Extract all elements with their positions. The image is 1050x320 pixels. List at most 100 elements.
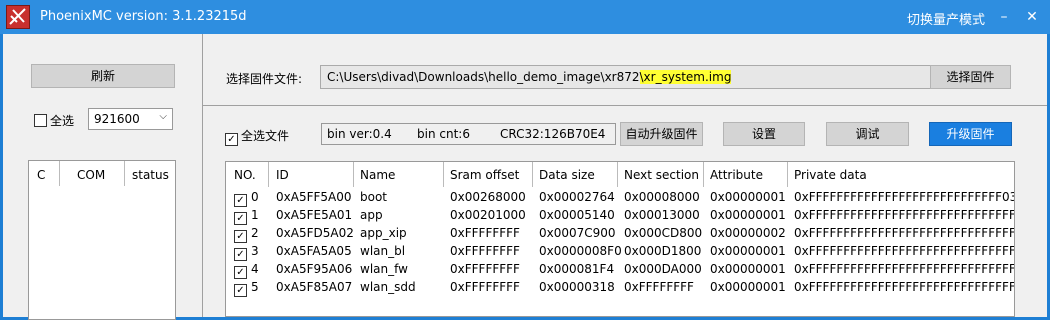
col-name: Name bbox=[360, 168, 396, 182]
table-row[interactable]: ✓ 0 0xA5FF5A00 boot 0x00268000 0x00002764… bbox=[226, 188, 1014, 207]
row-next: 0x00013000 bbox=[624, 208, 700, 222]
table-row[interactable]: ✓ 4 0xA5F95A06 wlan_fw 0xFFFFFFFF 0x00008… bbox=[226, 260, 1014, 279]
row-no: 2 bbox=[251, 226, 259, 240]
firmware-section-table[interactable]: NO. ID Name Sram offset Data size Next s… bbox=[225, 161, 1015, 317]
row-next: 0xFFFFFFFF bbox=[624, 280, 694, 294]
row-no: 0 bbox=[251, 190, 259, 204]
row-private: 0xFFFFFFFFFFFFFFFFFFFFFFFFFFFF037000 bbox=[794, 190, 1014, 204]
col-id: ID bbox=[276, 168, 289, 182]
checkbox-checked-icon: ✓ bbox=[225, 133, 238, 146]
row-next: 0x000D1800 bbox=[624, 244, 702, 258]
settings-button[interactable]: 设置 bbox=[723, 122, 805, 146]
table-row[interactable]: ✓ 1 0xA5FE5A01 app 0x00201000 0x00005140 … bbox=[226, 206, 1014, 225]
row-id: 0xA5FD5A02 bbox=[276, 226, 354, 240]
col-attribute: Attribute bbox=[710, 168, 763, 182]
firmware-path-field[interactable]: C:\Users\divad\Downloads\hello_demo_imag… bbox=[320, 65, 931, 89]
row-checkbox[interactable]: ✓ 4 bbox=[234, 260, 259, 279]
divider bbox=[617, 162, 618, 187]
divider bbox=[268, 162, 269, 187]
row-name: wlan_bl bbox=[360, 244, 406, 258]
row-sram: 0x00201000 bbox=[450, 208, 526, 222]
bin-count: bin cnt:6 bbox=[417, 127, 470, 141]
select-all-ports-checkbox[interactable]: 全选 bbox=[34, 112, 74, 129]
firmware-file-label: 选择固件文件: bbox=[226, 72, 303, 86]
row-private: 0xFFFFFFFFFFFFFFFFFFFFFFFFFFFFFFFFFF bbox=[794, 262, 1014, 276]
row-size: 0x00005140 bbox=[539, 208, 615, 222]
row-name: wlan_fw bbox=[360, 262, 408, 276]
row-private: 0xFFFFFFFFFFFFFFFFFFFFFFFFFFFFFFFFFF bbox=[794, 244, 1014, 258]
col-private-data: Private data bbox=[794, 168, 867, 182]
col-next-section: Next section bbox=[624, 168, 699, 182]
row-id: 0xA5F85A07 bbox=[276, 280, 353, 294]
port-col-status: status bbox=[132, 168, 169, 182]
row-checkbox[interactable]: ✓ 0 bbox=[234, 188, 259, 207]
row-sram: 0x00268000 bbox=[450, 190, 526, 204]
row-checkbox[interactable]: ✓ 2 bbox=[234, 224, 259, 243]
row-next: 0x000DA000 bbox=[624, 262, 702, 276]
baud-rate-value: 921600 bbox=[94, 112, 140, 126]
debug-button[interactable]: 调试 bbox=[826, 122, 909, 146]
table-row[interactable]: ✓ 5 0xA5F85A07 wlan_sdd 0xFFFFFFFF 0x0000… bbox=[226, 278, 1014, 297]
row-id: 0xA5FA5A05 bbox=[276, 244, 352, 258]
table-row[interactable]: ✓ 2 0xA5FD5A02 app_xip 0xFFFFFFFF 0x0007C… bbox=[226, 224, 1014, 243]
choose-firmware-button[interactable]: 选择固件 bbox=[930, 65, 1011, 89]
close-button[interactable]: ✕ bbox=[1020, 6, 1044, 28]
row-id: 0xA5F95A06 bbox=[276, 262, 353, 276]
app-logo-icon bbox=[6, 5, 30, 29]
row-id: 0xA5FE5A01 bbox=[276, 208, 353, 222]
row-attr: 0x00000001 bbox=[710, 244, 786, 258]
divider bbox=[703, 162, 704, 187]
col-sram-offset: Sram offset bbox=[450, 168, 520, 182]
main-panel: 刷新 全选 921600 ⌵ C COM status 选择固件文件: C:\U… bbox=[3, 34, 1047, 320]
row-size: 0x0007C900 bbox=[539, 226, 616, 240]
row-sram: 0xFFFFFFFF bbox=[450, 226, 520, 240]
minimize-button[interactable]: – bbox=[992, 6, 1016, 28]
refresh-button[interactable]: 刷新 bbox=[31, 64, 175, 88]
row-attr: 0x00000001 bbox=[710, 262, 786, 276]
row-checkbox[interactable]: ✓ 3 bbox=[234, 242, 259, 261]
row-no: 5 bbox=[251, 280, 259, 294]
divider bbox=[353, 162, 354, 187]
row-id: 0xA5FF5A00 bbox=[276, 190, 352, 204]
row-attr: 0x00000001 bbox=[710, 190, 786, 204]
table-row[interactable]: ✓ 3 0xA5FA5A05 wlan_bl 0xFFFFFFFF 0x00000… bbox=[226, 242, 1014, 261]
divider bbox=[443, 162, 444, 187]
row-checkbox[interactable]: ✓ 1 bbox=[234, 206, 259, 225]
row-private: 0xFFFFFFFFFFFFFFFFFFFFFFFFFFFFFFFFFF bbox=[794, 280, 1014, 294]
auto-upgrade-button[interactable]: 自动升级固件 bbox=[620, 122, 703, 146]
row-private: 0xFFFFFFFFFFFFFFFFFFFFFFFFFFFFFFFFFF bbox=[794, 208, 1014, 222]
port-col-com: COM bbox=[77, 168, 106, 182]
row-no: 1 bbox=[251, 208, 259, 222]
row-size: 0x00000318 bbox=[539, 280, 615, 294]
firmware-path-prefix: C:\Users\divad\Downloads\hello_demo_imag… bbox=[327, 70, 640, 84]
upgrade-firmware-button[interactable]: 升级固件 bbox=[929, 122, 1012, 146]
window-title: PhoenixMC version: 3.1.23215d bbox=[40, 9, 247, 24]
select-all-files-checkbox[interactable]: ✓ 全选文件 bbox=[225, 127, 289, 146]
row-sram: 0xFFFFFFFF bbox=[450, 244, 520, 258]
divider bbox=[787, 162, 788, 187]
row-attr: 0x00000001 bbox=[710, 208, 786, 222]
crc32-value: CRC32:126B70E4 bbox=[500, 127, 606, 141]
col-no: NO. bbox=[234, 168, 256, 182]
row-size: 0x0000008F0 bbox=[539, 244, 622, 258]
col-data-size: Data size bbox=[539, 168, 595, 182]
row-next: 0x00008000 bbox=[624, 190, 700, 204]
row-private: 0xFFFFFFFFFFFFFFFFFFFFFFFFFFFFFFFFFF bbox=[794, 226, 1014, 240]
row-name: app bbox=[360, 208, 383, 222]
select-all-files-label: 全选文件 bbox=[241, 129, 290, 143]
row-name: boot bbox=[360, 190, 388, 204]
port-list[interactable]: C COM status bbox=[28, 160, 176, 320]
row-no: 3 bbox=[251, 244, 259, 258]
row-name: app_xip bbox=[360, 226, 407, 240]
chevron-down-icon: ⌵ bbox=[159, 111, 167, 122]
row-size: 0x000081F4 bbox=[539, 262, 615, 276]
baud-rate-select[interactable]: 921600 ⌵ bbox=[88, 108, 173, 130]
firmware-path-filename: \xr_system.img bbox=[639, 70, 732, 84]
divider bbox=[203, 105, 1047, 106]
title-bar: PhoenixMC version: 3.1.23215d 切换量产模式 – ✕ bbox=[0, 0, 1050, 34]
switch-production-mode-link[interactable]: 切换量产模式 bbox=[907, 9, 985, 28]
row-no: 4 bbox=[251, 262, 259, 276]
checkbox-icon bbox=[34, 114, 47, 127]
panel-splitter[interactable] bbox=[202, 34, 203, 317]
row-checkbox[interactable]: ✓ 5 bbox=[234, 278, 259, 297]
